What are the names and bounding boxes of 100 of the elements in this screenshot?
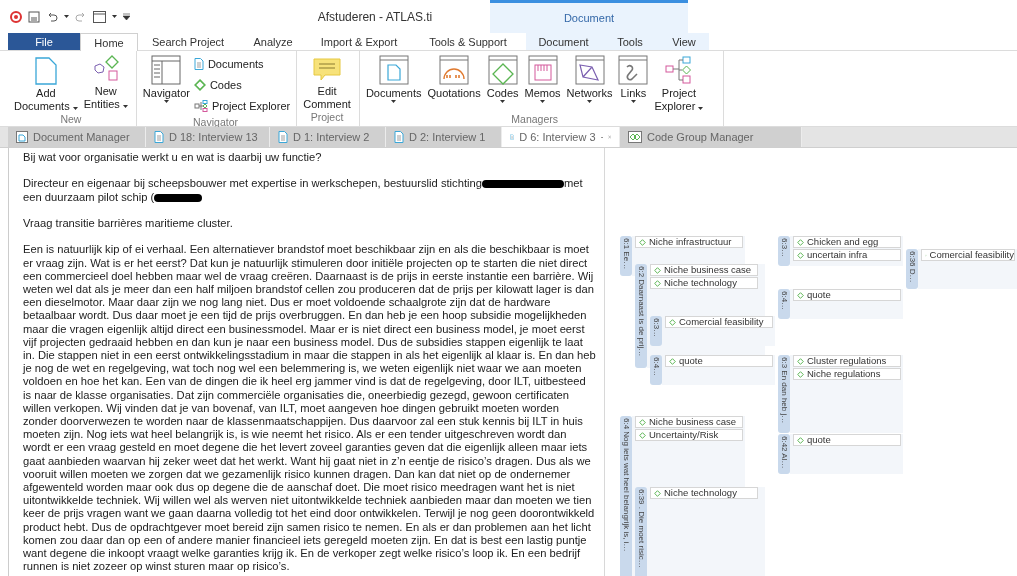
ribbon-button[interactable]: Documents: [363, 53, 424, 103]
code-icon: [669, 357, 676, 365]
quotation-bar[interactable]: 6:3 En dan heb j…: [778, 355, 790, 433]
editor-tab[interactable]: D 2: Interview 1: [386, 127, 502, 147]
document-text: met: [563, 177, 583, 191]
code-icon: [669, 318, 676, 326]
codes-manager-icon: [487, 55, 518, 85]
ribbon-button[interactable]: Project Explorer: [652, 53, 706, 113]
code-label[interactable]: Cluster regulations: [793, 355, 901, 367]
ribbon-tab[interactable]: Document: [526, 33, 601, 50]
code-icon: [797, 436, 804, 444]
comment-icon: [313, 57, 342, 83]
quotation-bar[interactable]: 6:3…: [778, 236, 790, 266]
ribbon-tab[interactable]: Tools & Support: [410, 33, 526, 50]
document-icon: [34, 57, 57, 85]
window-icon[interactable]: [93, 10, 106, 23]
explorer-icon: [663, 55, 694, 85]
code-label[interactable]: Niche technology: [650, 277, 758, 289]
ribbon-button[interactable]: Project Explorer: [193, 96, 291, 116]
editor-tab[interactable]: Code Group Manager: [620, 127, 802, 147]
ribbon-button[interactable]: Networks: [564, 53, 615, 103]
document-icon: [510, 131, 515, 143]
document-text: Een is natuurlijk kip of ei verhaal. Een alternatiever brandstof moet beschikbaar zijn en als die beschikbaar is moet er vraag zijn. Wat is er het eerst? Dat kun je natuurlijk stimuleren door initiële projecten op te starten die niet direct een commercieel doel hebben maar wel de vraag creëren. Daarnaast is de prijs in eerste instantie een barrière. Wij weten wel dat als je meer dan een half miljoen brandstof cellen zou produceren dat de prijs per kilowatt lager is dan een dieselmotor. Maar daar zijn we nog lang niet. Dus er moet voldoende schaalgrote zijn dat de hardware betaalbaar wordt. Dus daar moet je een tijd de prijs overbruggen. En dan heb je een hoop subsidie mogelijkheden maar die vragen eigenlijk altijd direct een businessmodel. Maar er is niet direct een business model, je moet eerst vijf projecten gedraaid hebben en dan kun je naar een business model. Dus de subsidies stappen eigenlijk te laat in. Die stappen niet in een eerst ontwikkelingsstadium in maar die stappen in als het eigenlijk al klaar is. En dan heb je nog de wet en regelgeving, wat toch nog wel een belemmering is, we weten eigenlijk niet waar we aan moeten voldoen en hoe het kan. Een van de dingen die ik heel erg jammer vind is dat de regelgeving, door ILT, uitbesteed is naar de klasse organisaties. Dat zijn commerciële organisaties die, oneerbiedig gezegd, gewoon certificaten willen verkopen. Wij vinden dat je van bovenaf, van ILT, moet aangeven hoe dingen gebruikt moeten worden zonder doorverwezen te worden naar de klassenmaatschappijen. Dus daarvoor zal een stuk kennis bij ILT in huis moeten zijn. Nog iets wat heel belangrijk is, is wie neemt het risico. Als er een tender uitgeschreven wordt dan wordt er een vraag gesteld en moet degene die het levert zoveel garanties geven dat die eigenlijk alleen maar iets gaat aanbieden waarvan hij zeker weet dat het werkt. Want hij gaat niet in z’n eentje de risico’s dragen. Dus als we vooruit willen moeten we zorgen dat we gezamenlijk risico kunnen dragen. Dan kan dat niet op de ondernemer afgewenteld worden maar ook dus op degene die de aanschaf doet. Die moet risico meedragen want het is niet uitontwikkelde techniek. Wij willen wel als werven niet uitontwikkelde techniek aanbieden maar dan moeten we tien keer de prijs vragen want we gaan daarna volledig tot het eind door ontwikkelen. Terwijl je nog geen doorontwikkeld product hebt. Dus de opdrachtgever moet bereid zijn samen risico te nemen. En als er dan problemen aan het licht komen zou daar dan op een of andere manier financieel iets geregeld moeten zijn. En dat is best een lastig puntje want degene die inkoopt vraagt welke garanties krijg ik. En de verkoper zegt welke risico’s loop ik. En een bedrijf runnen is niet zozeer op winst sturen maar op risico’s.: [23, 243, 596, 573]
link-icon: [618, 55, 649, 85]
ribbon-button[interactable]: Memos: [522, 53, 563, 103]
code-label[interactable]: Niche business case: [635, 416, 743, 428]
app-logo-icon: [10, 10, 22, 23]
caret-icon: [64, 15, 69, 18]
code-label[interactable]: Niche technology: [650, 487, 758, 499]
code-label[interactable]: Niche regulations: [793, 368, 901, 380]
quotation-bar[interactable]: 6:39 . Die moet risic…: [635, 487, 647, 576]
ribbon-tab[interactable]: Home: [80, 33, 138, 51]
quotation-bar[interactable]: 6:2 Daarnaast is de prij…: [635, 264, 647, 368]
editor-tab[interactable]: D 6: Interview 3: [502, 127, 620, 147]
contextual-tab-header: Document: [563, 12, 615, 24]
document-text: Directeur en eigenaar bij scheepsbouwer met expertise in werkschepen, bestuurslid stichting: [23, 177, 482, 191]
ribbon-button[interactable]: Edit Comment: [301, 53, 353, 111]
ribbon-button[interactable]: Links: [616, 53, 651, 103]
code-icon: [797, 291, 804, 299]
ribbon-tab[interactable]: Analyze: [238, 33, 308, 50]
editor-tab[interactable]: Document Manager: [8, 127, 146, 147]
code-label[interactable]: quote: [793, 289, 901, 301]
caret-icon: [112, 15, 117, 18]
document-icon: [193, 58, 204, 70]
code-label[interactable]: Uncertainty/Risk: [635, 429, 743, 441]
ribbon-button[interactable]: Codes: [484, 53, 521, 103]
ribbon-button[interactable]: Navigator: [140, 53, 192, 103]
quotation-bar[interactable]: 6:4…: [650, 355, 662, 385]
ribbon-button[interactable]: Codes: [193, 75, 291, 95]
quotation-bar[interactable]: 6:1 Ee…: [620, 236, 632, 276]
redaction-mark: [154, 193, 203, 202]
group-label: Navigator: [192, 116, 239, 130]
document-icon: [154, 131, 164, 143]
code-label[interactable]: Niche infrastructuur: [635, 236, 743, 248]
code-group-icon: [628, 131, 642, 143]
window-title: Afstuderen - ATLAS.ti: [317, 9, 433, 24]
document-icon: [278, 131, 288, 143]
manager-icon: [16, 131, 28, 143]
quotation-bar[interactable]: 6:3…: [650, 316, 662, 346]
code-label[interactable]: Comercial feasibility: [921, 249, 1015, 261]
undo-icon[interactable]: [46, 10, 58, 23]
ribbon-button[interactable]: New Entities: [81, 53, 130, 111]
document-icon: [394, 131, 404, 143]
document-text: een duurzaam pilot schip (: [23, 190, 155, 204]
ribbon-tab[interactable]: Tools: [601, 33, 659, 50]
code-label[interactable]: quote: [665, 355, 773, 367]
code-icon: [639, 238, 646, 246]
navigator-icon: [151, 55, 182, 85]
ribbon-tab[interactable]: View: [659, 33, 709, 50]
editor-tab[interactable]: D 18: Interview 13: [146, 127, 270, 147]
quotation-bar[interactable]: 6:42 Al…: [778, 434, 790, 474]
code-icon: [193, 79, 206, 91]
customize-icon[interactable]: [123, 13, 130, 20]
document-text: Bij wat voor organisatie werkt u en wat is daarbij uw functie?: [23, 151, 322, 163]
code-icon: [654, 489, 661, 497]
group-label: New: [59, 113, 83, 127]
document-text: Vraag transitie barrières maritieme cluster.: [23, 217, 233, 229]
code-label[interactable]: Chicken and egg: [793, 236, 901, 248]
quotations-icon: [439, 55, 470, 85]
editor-tab[interactable]: D 1: Interview 2: [270, 127, 386, 147]
ribbon-tab[interactable]: File: [8, 33, 80, 50]
code-label[interactable]: quote: [793, 434, 901, 446]
ribbon-button[interactable]: Add Documents: [12, 53, 80, 113]
save-icon[interactable]: [28, 10, 40, 23]
code-label[interactable]: Comercial feasibility: [665, 316, 773, 328]
quotation-bar[interactable]: 6:4…: [778, 289, 790, 319]
ribbon-tab[interactable]: Import & Export: [308, 33, 410, 50]
quotation-bar[interactable]: 6:36 D…: [906, 249, 918, 289]
ribbon-button[interactable]: Quotations: [425, 53, 483, 100]
group-label: Managers: [510, 113, 559, 127]
code-label[interactable]: uncertain infra: [793, 249, 901, 261]
ribbon-tab[interactable]: Search Project: [138, 33, 238, 50]
documents-manager-icon: [378, 55, 409, 85]
ribbon-button[interactable]: Documents: [193, 54, 291, 74]
quotation-bar[interactable]: 6:4 Nog iets wat heel belangrijk is, i…: [620, 416, 632, 576]
network-icon: [574, 55, 605, 85]
group-label: Project: [309, 111, 345, 125]
code-label[interactable]: Niche business case: [650, 264, 758, 276]
explorer-icon: [193, 100, 208, 112]
memos-icon: [527, 55, 558, 85]
